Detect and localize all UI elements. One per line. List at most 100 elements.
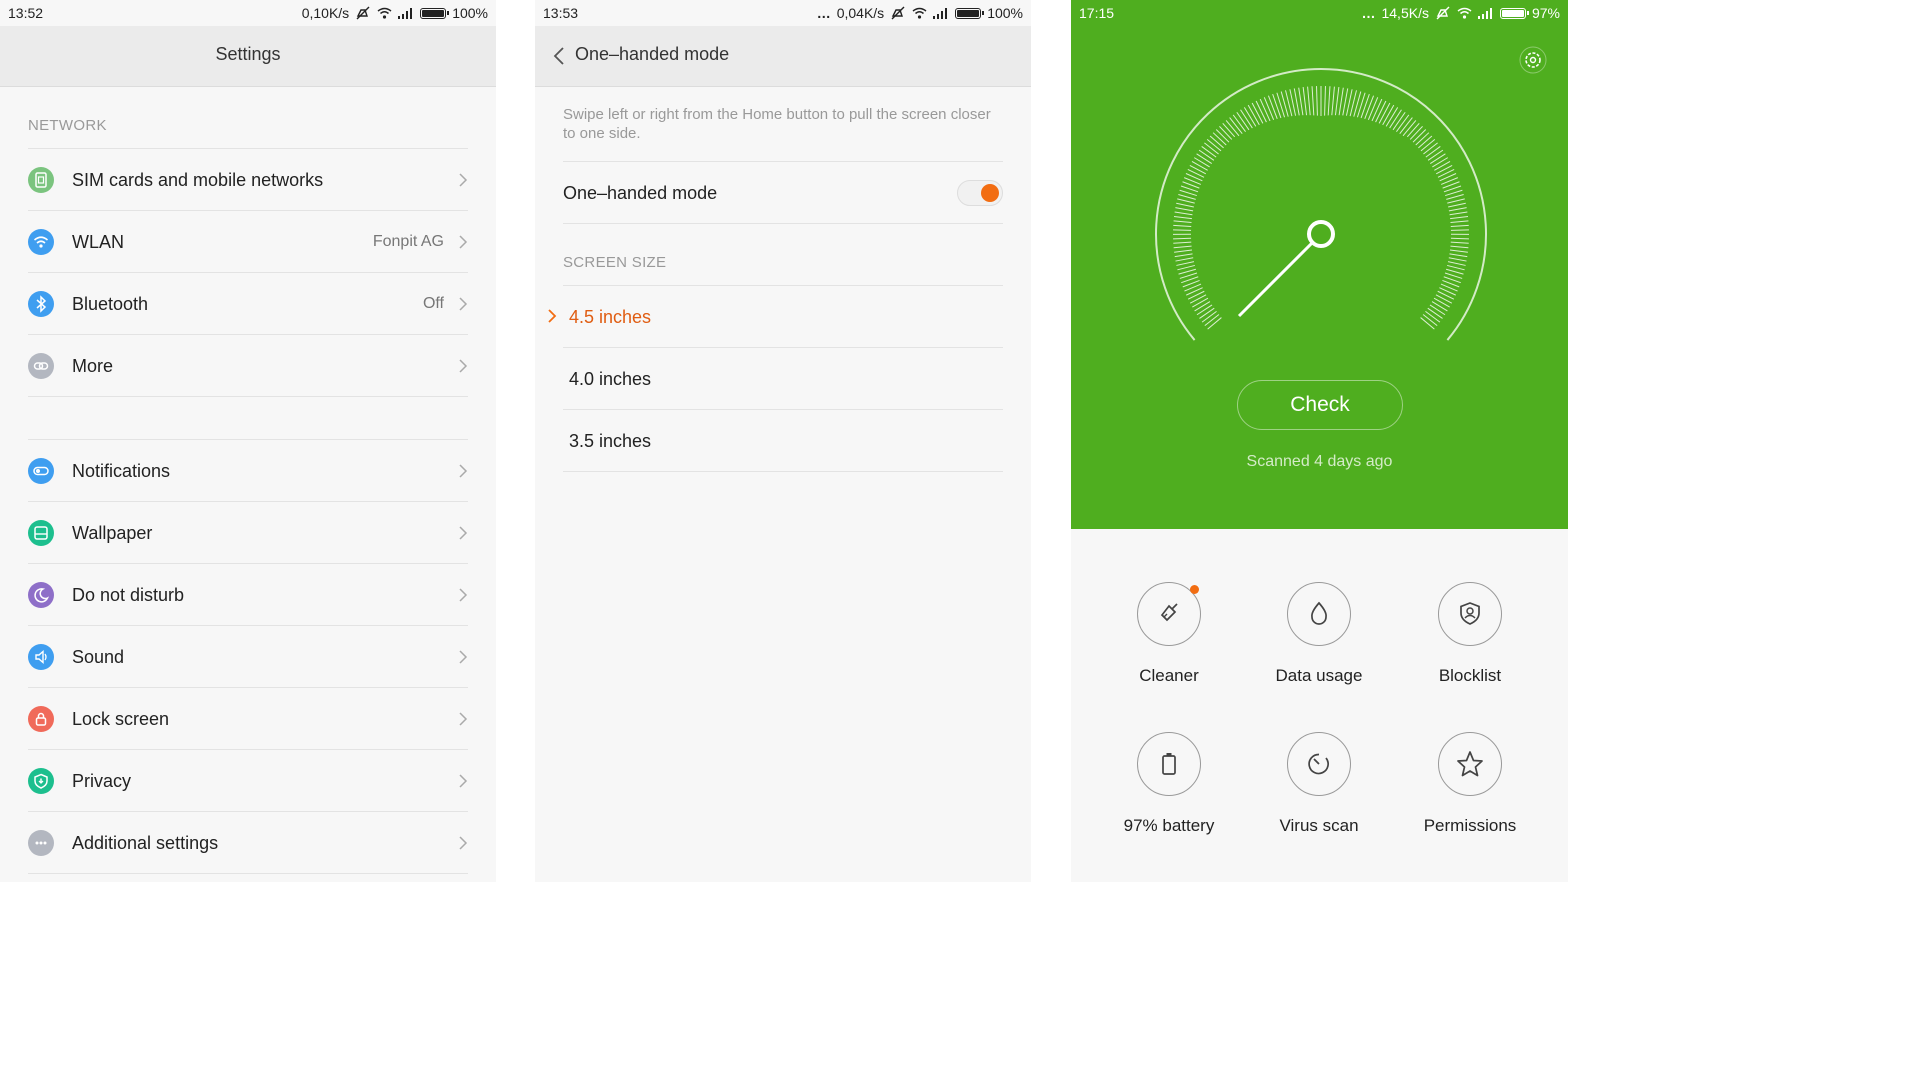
gauge-needle	[1237, 232, 1323, 318]
scan-icon	[1308, 753, 1329, 775]
settings-item-label: Bluetooth	[72, 293, 149, 314]
gauge-tick	[1450, 241, 1469, 244]
battery-status-icon	[955, 7, 985, 19]
gauge-tick	[1174, 249, 1193, 253]
tool-blocklist[interactable]: Blocklist	[1395, 582, 1545, 686]
settings-item-label: Lock screen	[72, 708, 170, 729]
battery-icon	[1162, 753, 1176, 775]
gauge-tick	[1173, 241, 1192, 244]
star-icon	[1457, 751, 1483, 777]
broom-icon	[1160, 603, 1178, 622]
settings-item-label: Privacy	[72, 770, 132, 791]
wifi-status-icon	[377, 7, 392, 19]
gauge-tick	[1425, 146, 1441, 158]
tool-label: Virus scan	[1279, 816, 1359, 835]
gauge-tick	[1247, 104, 1260, 126]
gauge-tick	[1449, 249, 1468, 253]
one-handed-toggle-row[interactable]: One–handed mode	[563, 161, 1003, 224]
gauge-tick	[1175, 257, 1194, 262]
gauge-tick	[1392, 111, 1406, 131]
battery-percent: 100%	[452, 5, 488, 21]
link-icon	[28, 353, 54, 379]
settings-item-do-not-disturb[interactable]: Do not disturb	[28, 563, 468, 626]
settings-item-wallpaper[interactable]: Wallpaper	[28, 501, 468, 564]
gauge-tick	[1201, 146, 1217, 158]
selected-chevron-icon	[548, 309, 557, 323]
lock-icon	[28, 706, 54, 732]
chevron-right-icon	[459, 836, 468, 850]
settings-item-notifications[interactable]: Notifications	[28, 439, 468, 502]
gauge-tick	[1178, 268, 1197, 275]
tool-label: Blocklist	[1438, 666, 1502, 685]
gauge-tick	[1209, 135, 1224, 149]
gauge-tick	[1415, 132, 1430, 146]
gauge-tick	[1178, 194, 1196, 200]
tool-virus-scan[interactable]: Virus scan	[1244, 732, 1394, 836]
wifi-status-icon	[912, 7, 927, 19]
one-handed-toggle[interactable]	[957, 180, 1003, 206]
gauge-tick	[1448, 207, 1467, 212]
tool-97-battery[interactable]: 97% battery	[1094, 732, 1244, 836]
gauge-tick	[1189, 294, 1207, 304]
gauge-tick	[1432, 157, 1449, 168]
gauge-tick	[1207, 317, 1222, 330]
settings-item-bluetooth[interactable]: Bluetooth Off	[28, 272, 468, 335]
gauge-tick	[1225, 120, 1240, 137]
settings-item-lock-screen[interactable]: Lock screen	[28, 687, 468, 750]
settings-item-more[interactable]: More	[28, 334, 468, 397]
divider	[563, 223, 1003, 224]
tool-cleaner[interactable]: Cleaner	[1094, 582, 1244, 686]
tool-permissions[interactable]: Permissions	[1395, 732, 1545, 836]
gauge-tick	[1187, 168, 1205, 178]
gauge-tick	[1450, 229, 1469, 231]
gauge-tick	[1173, 215, 1192, 220]
divider	[28, 396, 468, 397]
section-header-network: NETWORK	[28, 117, 107, 134]
settings-item-privacy[interactable]: Privacy	[28, 749, 468, 812]
gauge-tick	[1331, 86, 1335, 116]
gauge-tick	[1327, 86, 1331, 116]
settings-item-sound[interactable]: Sound	[28, 625, 468, 688]
gauge-tick	[1324, 86, 1326, 116]
gauge-tick	[1267, 95, 1278, 120]
gauge-tick	[1236, 111, 1250, 131]
gauge-tick	[1193, 157, 1210, 168]
settings-item-sim-cards-and-mobile-networks[interactable]: SIM cards and mobile networks	[28, 148, 468, 211]
gauge-tick	[1423, 142, 1438, 155]
mode-description: Swipe left or right from the Home button…	[563, 106, 991, 142]
screen-size-option[interactable]: 3.5 inches	[563, 409, 1003, 472]
battery-percent: 100%	[987, 5, 1023, 21]
network-speed: 0,10K/s	[301, 5, 350, 21]
tool-data-usage[interactable]: Data usage	[1244, 582, 1394, 686]
droplet-icon	[1311, 601, 1327, 625]
signal-icon	[933, 7, 948, 19]
overflow-dots-icon: …	[816, 5, 831, 21]
gauge-tick	[1338, 87, 1344, 116]
chevron-right-icon	[459, 774, 468, 788]
check-button[interactable]: Check	[1237, 380, 1403, 430]
network-speed: 0,04K/s	[836, 5, 885, 21]
gauge-tick	[1222, 122, 1236, 138]
tool-label: Permissions	[1423, 816, 1517, 835]
screen-size-option[interactable]: 4.5 inches	[548, 285, 1003, 348]
gauge-tick	[1450, 245, 1469, 249]
settings-item-wlan[interactable]: WLAN Fonpit AG	[28, 210, 468, 273]
gauge-tick	[1243, 107, 1257, 127]
settings-item-additional-settings[interactable]: Additional settings	[28, 811, 468, 874]
title-bar: Settings	[0, 26, 496, 87]
back-arrow-icon[interactable]	[553, 46, 565, 66]
gauge-tick	[1204, 142, 1219, 155]
settings-item-label: Notifications	[72, 460, 171, 481]
chevron-right-icon	[459, 173, 468, 187]
gauge-tick	[1187, 290, 1205, 300]
gauge-tick	[1255, 100, 1267, 123]
gauge-tick	[1316, 86, 1318, 116]
overflow-dots-icon: …	[1361, 5, 1376, 21]
sim-card-icon	[28, 167, 54, 193]
gear-icon[interactable]	[1518, 45, 1548, 75]
gauge-tick	[1446, 194, 1464, 200]
screen-size-option[interactable]: 4.0 inches	[563, 347, 1003, 410]
gauge-tick	[1412, 129, 1427, 143]
gauge-tick	[1449, 211, 1468, 216]
more-dots-icon	[28, 830, 54, 856]
